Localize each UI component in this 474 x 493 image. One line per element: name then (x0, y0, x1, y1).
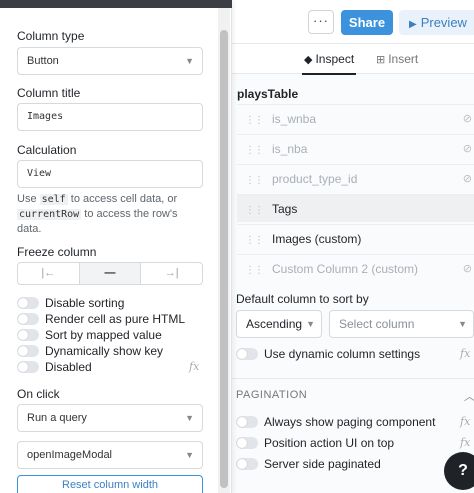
eye-off-icon[interactable]: ⊘ (463, 165, 472, 193)
eye-off-icon[interactable]: ⊘ (463, 255, 472, 283)
column-label: Images (custom) (272, 232, 362, 246)
drag-handle-icon[interactable]: ⋮⋮ (245, 115, 264, 126)
more-options-button[interactable]: ··· (308, 10, 334, 34)
disable-sorting-label: Disable sorting (45, 296, 125, 310)
server-side-paginated-label: Server side paginated (264, 457, 381, 471)
custom-column-editor: Column type Button ▼ Column title Images… (0, 0, 232, 493)
column-row-is-wnba[interactable]: ⋮⋮ is_wnba ⊘ (237, 104, 474, 132)
position-action-ui-label: Position action UI on top (264, 436, 395, 450)
chevron-down-icon: ▼ (185, 413, 194, 423)
position-action-ui-toggle[interactable] (236, 437, 258, 449)
play-icon: ▶ (409, 19, 417, 30)
freeze-column-label: Freeze column (17, 245, 97, 259)
sort-column-select[interactable]: Select column ▼ (329, 310, 474, 338)
share-button[interactable]: Share (341, 10, 393, 35)
drag-handle-icon[interactable]: ⋮⋮ (245, 175, 264, 186)
column-label: is_wnba (272, 112, 317, 126)
code-self: self (39, 194, 68, 205)
fx-icon[interactable]: fx (460, 415, 470, 428)
component-name: playsTable (237, 87, 299, 101)
chevron-down-icon: ▼ (458, 319, 467, 329)
freeze-none-option[interactable]: — (79, 263, 142, 284)
always-show-paging-toggle[interactable] (236, 416, 258, 428)
editor-header-bar (0, 0, 232, 8)
preview-label: Preview (420, 15, 467, 30)
column-title-label: Column title (17, 86, 81, 100)
calculation-label: Calculation (17, 143, 77, 157)
freeze-right-option[interactable]: →| (141, 263, 202, 284)
sort-column-placeholder: Select column (339, 317, 415, 331)
column-label: Custom Column 2 (custom) (272, 262, 419, 276)
scrollbar-thumb[interactable] (220, 30, 228, 488)
column-type-label: Column type (17, 29, 85, 43)
on-click-query-value: openImageModal (27, 449, 113, 461)
render-html-toggle[interactable] (17, 313, 39, 325)
render-html-label: Render cell as pure HTML (45, 312, 186, 326)
sort-mapped-toggle[interactable] (17, 329, 39, 341)
disabled-toggle[interactable] (17, 361, 39, 373)
column-row-custom-column-2[interactable]: ⋮⋮ Custom Column 2 (custom) ⊘ (237, 254, 474, 282)
chevron-down-icon: ▼ (185, 56, 194, 66)
chevron-down-icon: ▼ (306, 319, 315, 329)
on-click-action-value: Run a query (27, 412, 87, 424)
preview-button[interactable]: ▶ Preview (399, 10, 474, 35)
dynamic-key-label: Dynamically show key (45, 344, 164, 358)
column-type-value: Button (27, 55, 59, 67)
default-sort-label: Default column to sort by (236, 292, 369, 306)
column-row-is-nba[interactable]: ⋮⋮ is_nba ⊘ (237, 134, 474, 162)
column-row-tags[interactable]: ⋮⋮ Tags (237, 194, 474, 222)
help-button[interactable]: ? (444, 452, 474, 490)
divider (228, 378, 474, 379)
drag-handle-icon[interactable]: ⋮⋮ (245, 145, 264, 156)
inspector-tabs: ◆ Inspect ⊞ Insert (228, 44, 474, 75)
server-side-paginated-toggle[interactable] (236, 458, 258, 470)
freeze-left-option[interactable]: |← (18, 263, 80, 284)
sort-direction-select[interactable]: Ascending ▼ (236, 310, 322, 338)
column-row-product-type-id[interactable]: ⋮⋮ product_type_id ⊘ (237, 164, 474, 192)
column-title-input[interactable]: Images (17, 103, 203, 131)
eye-off-icon[interactable]: ⊘ (463, 135, 472, 163)
disable-sorting-toggle[interactable] (17, 297, 39, 309)
drag-handle-icon[interactable]: ⋮⋮ (245, 235, 264, 246)
chevron-up-icon[interactable]: ︿ (464, 388, 474, 404)
reset-column-width-button[interactable]: Reset column width (17, 475, 203, 493)
dynamic-settings-toggle[interactable] (236, 348, 258, 360)
calculation-input[interactable]: View (17, 160, 203, 188)
tab-inspect[interactable]: ◆ Inspect (301, 44, 357, 75)
pagination-section-title[interactable]: PAGINATION (236, 389, 307, 401)
column-label: is_nba (272, 142, 308, 156)
tab-inspect-label: Inspect (315, 52, 355, 66)
code-current-row: currentRow (17, 209, 82, 220)
top-toolbar: ··· Share ▶ Preview (228, 0, 474, 44)
on-click-action-select[interactable]: Run a query ▼ (17, 404, 203, 432)
sort-direction-value: Ascending (246, 317, 303, 331)
inspector-panel: ··· Share ▶ Preview ◆ Inspect ⊞ Insert play… (228, 0, 474, 493)
column-type-select[interactable]: Button ▼ (17, 47, 203, 75)
fx-icon[interactable]: fx (460, 436, 470, 449)
column-label: Tags (272, 202, 298, 216)
fx-icon[interactable]: fx (460, 347, 470, 360)
fx-icon[interactable]: fx (189, 360, 199, 373)
layers-icon: ◆ (304, 54, 313, 66)
drag-handle-icon[interactable]: ⋮⋮ (245, 265, 264, 276)
chevron-down-icon: ▼ (185, 450, 194, 460)
column-row-images-custom[interactable]: ⋮⋮ Images (custom) (237, 224, 474, 252)
drag-handle-icon[interactable]: ⋮⋮ (245, 205, 264, 216)
on-click-query-select[interactable]: openImageModal ▼ (17, 441, 203, 469)
dynamic-key-toggle[interactable] (17, 345, 39, 357)
dynamic-settings-label: Use dynamic column settings (264, 347, 421, 361)
disabled-label: Disabled (45, 360, 92, 374)
on-click-label: On click (17, 387, 60, 401)
calculation-help-text: Use self to access cell data, or current… (17, 193, 178, 235)
insert-components-icon: ⊞ (376, 54, 386, 66)
tab-insert[interactable]: ⊞ Insert (376, 44, 418, 74)
tab-insert-label: Insert (388, 52, 419, 66)
column-label: product_type_id (272, 172, 358, 186)
always-show-paging-label: Always show paging component (264, 415, 436, 429)
eye-off-icon[interactable]: ⊘ (463, 105, 472, 133)
sort-mapped-label: Sort by mapped value (45, 328, 162, 342)
freeze-column-control: |← — →| (17, 262, 203, 285)
